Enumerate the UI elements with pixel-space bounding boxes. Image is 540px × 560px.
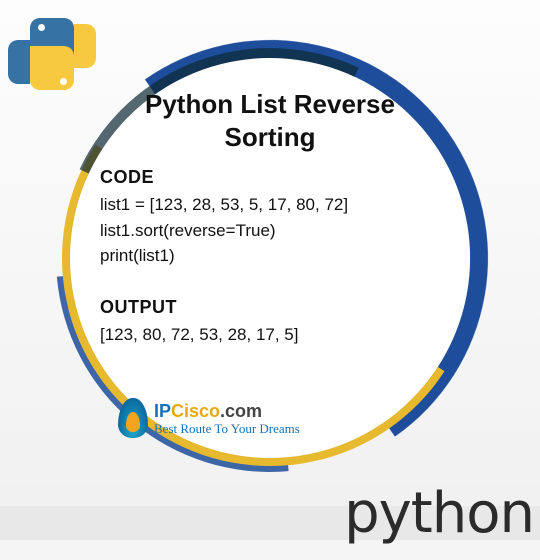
brand-cisco: Cisco [171,401,220,421]
python-logo-icon [8,10,98,100]
content-block: Python List Reverse Sorting CODE list1 =… [100,88,440,347]
code-label: CODE [100,167,440,188]
brand-ip: IP [154,401,171,421]
brand-name: IPCisco.com [154,402,300,420]
code-line-2: list1.sort(reverse=True) [100,218,440,244]
brand-tagline: Best Route To Your Dreams [154,422,300,435]
code-line-1: list1 = [123, 28, 53, 5, 17, 80, 72] [100,192,440,218]
output-label: OUTPUT [100,297,440,318]
ipcisco-logo: IPCisco.com Best Route To Your Dreams [118,398,300,438]
graphic-canvas: Python List Reverse Sorting CODE list1 =… [0,0,540,540]
python-wordmark: python [344,481,534,546]
brand-com: .com [220,401,262,421]
code-line-3: print(list1) [100,243,440,269]
flame-icon [118,398,148,438]
title-text: Python List Reverse Sorting [100,88,440,153]
output-line-1: [123, 80, 72, 53, 28, 17, 5] [100,322,440,348]
